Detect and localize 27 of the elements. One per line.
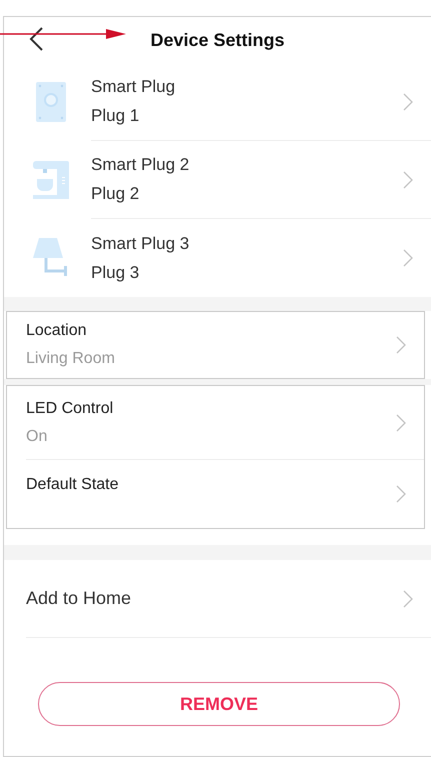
remove-button[interactable]: REMOVE — [38, 682, 400, 726]
device-label: Plug 1 — [91, 106, 140, 126]
chevron-right-icon — [396, 485, 406, 503]
location-label: Location — [26, 322, 86, 340]
device-name: Smart Plug 3 — [91, 234, 190, 254]
device-row[interactable]: Smart Plug 3 Plug 3 — [4, 219, 431, 297]
setting-label[interactable]: LED Control — [26, 400, 114, 418]
page-title: Device Settings — [150, 30, 285, 50]
setting-label[interactable]: Default State — [26, 476, 118, 494]
chevron-right-icon — [396, 336, 406, 354]
plug-icon — [36, 82, 66, 122]
device-label: Plug 3 — [91, 262, 140, 282]
device-name: Smart Plug 2 — [91, 155, 190, 175]
device-label: Plug 2 — [91, 184, 140, 204]
device-row[interactable]: Smart Plug 2 Plug 2 — [4, 141, 431, 219]
location-value: Living Room — [26, 350, 115, 368]
chevron-right-icon — [403, 590, 413, 608]
action-label[interactable]: Add to Home — [26, 588, 132, 609]
setting-value: On — [26, 428, 48, 446]
location-card[interactable]: Location Living Room — [6, 311, 425, 379]
chevron-right-icon — [403, 249, 413, 267]
chevron-right-icon — [403, 170, 413, 188]
chevron-right-icon — [396, 414, 406, 432]
device-name: Smart Plug — [91, 77, 176, 97]
chevron-right-icon — [403, 92, 413, 110]
coffee-machine-icon — [32, 161, 68, 199]
device-row[interactable]: Smart Plug Plug 1 — [4, 63, 431, 141]
